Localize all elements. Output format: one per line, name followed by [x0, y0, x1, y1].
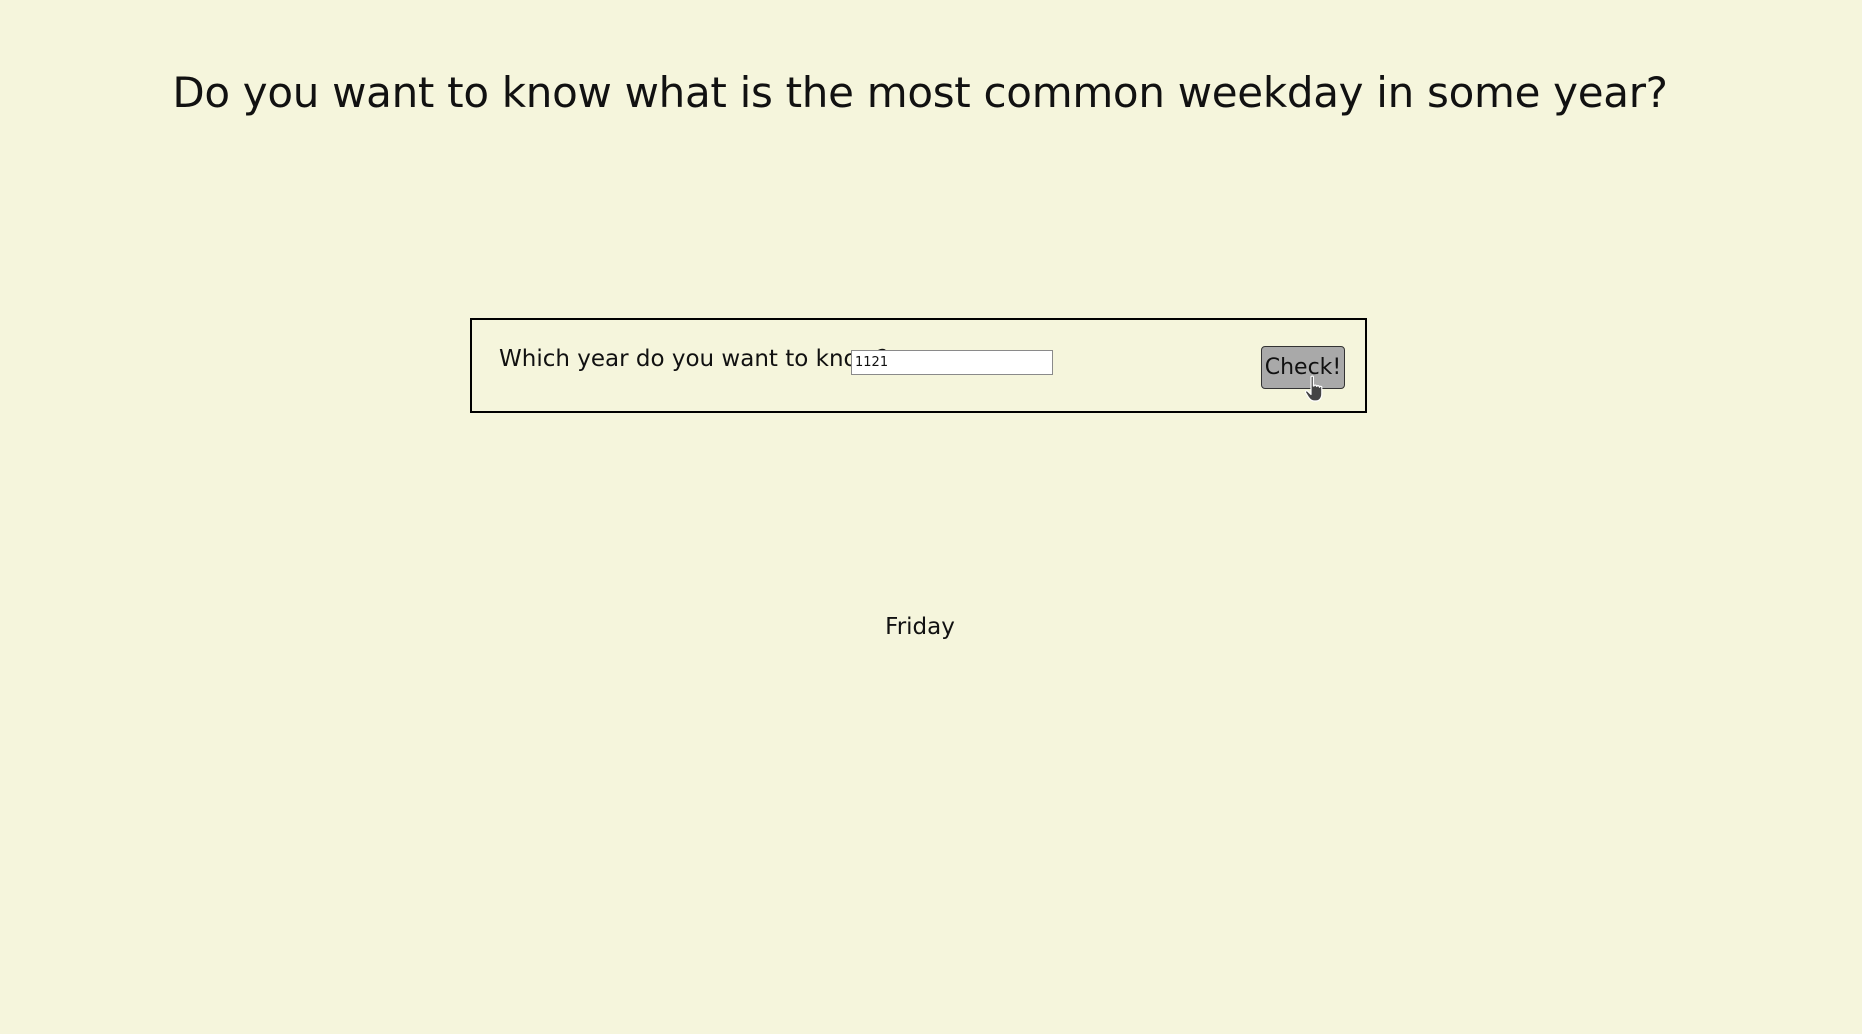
year-query-box: Which year do you want to know? Check! — [470, 318, 1367, 413]
result-weekday: Friday — [885, 614, 955, 640]
year-question-label: Which year do you want to know? — [499, 346, 889, 372]
page-title: Do you want to know what is the most com… — [172, 68, 1668, 117]
check-button[interactable]: Check! — [1261, 346, 1345, 389]
year-input[interactable] — [851, 350, 1053, 375]
